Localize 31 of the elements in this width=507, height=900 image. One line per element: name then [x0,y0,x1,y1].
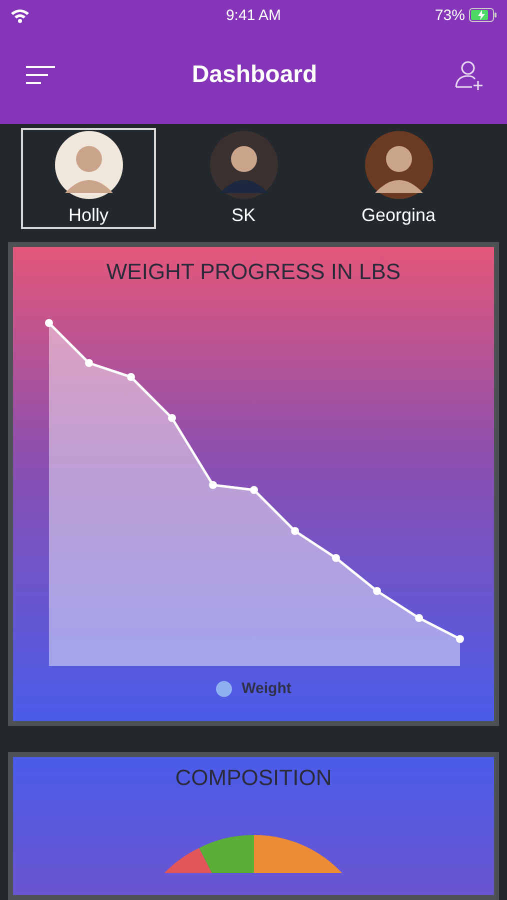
add-user-button[interactable] [452,59,485,91]
page-title: Dashboard [192,61,318,89]
chart-point [250,486,258,494]
profile-name: SK [231,204,256,226]
avatar [364,130,432,198]
profile-tab[interactable]: Holly [21,128,156,228]
battery-percent: 73% [434,6,465,24]
legend-dot [216,680,232,696]
wifi-icon [10,8,30,22]
avatar [210,130,278,198]
profile-name: Georgina [361,204,436,226]
chart-point [414,614,422,622]
chart-point [84,359,92,367]
profile-tab[interactable]: Georgina [331,128,466,228]
chart-point [290,527,298,535]
chart-point [126,373,134,381]
chart-point [372,587,380,595]
avatar [54,130,122,198]
chart-point [168,414,176,422]
chart-point [332,554,340,562]
menu-button[interactable] [24,63,56,87]
profile-name: Holly [68,204,108,226]
chart-point [208,481,216,489]
chart-title: WEIGHT PROGRESS IN LBS [106,259,401,285]
chart-point [44,319,52,327]
chart-point [456,635,464,643]
battery-charging-icon [469,8,497,22]
status-time: 9:41 AM [226,6,282,24]
profile-tab[interactable]: SK [176,128,311,228]
legend-label: Weight [242,680,292,697]
chart-title: COMPOSITION [175,765,332,791]
